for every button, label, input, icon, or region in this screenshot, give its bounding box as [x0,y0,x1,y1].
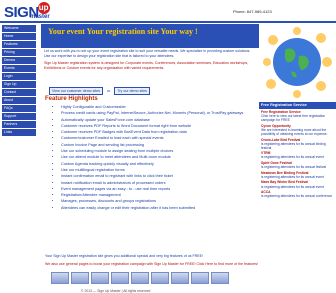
sidebar-item-home[interactable]: Home [2,33,36,40]
sidebar-item-events[interactable]: Events [2,65,36,72]
sidebar-item-about[interactable]: About [2,97,36,104]
events-list: Free Registration Service Click here to v… [259,110,336,200]
sidebar-item-contact[interactable]: Contact [2,89,36,96]
thumbnail-image[interactable] [91,272,109,284]
thumbnail-image[interactable] [211,272,229,284]
thumbnail-image[interactable] [151,272,169,284]
logo[interactable]: SIGN up master [4,2,50,20]
thumbnail-image[interactable] [51,272,69,284]
sidebar-item-links[interactable]: Links [2,129,36,136]
intro-paragraph-1: Let us work with you to set up your even… [44,49,251,58]
registration-service-title[interactable]: Free Registration Service [259,102,336,109]
event-item[interactable]: Free Registration Service Click here to v… [259,110,336,122]
event-description: is registering attendees for its annual … [261,165,327,170]
copyright-text: © 2013 — Sign Up Master | All rights res… [81,289,151,293]
thumbnail-image[interactable] [171,272,189,284]
thumbnail-image[interactable] [191,272,209,284]
intro-paragraph-2: Sign Up Master registration system is de… [44,61,249,70]
feature-item: Attendees can easily change or edit thei… [61,205,259,211]
free-campaign-text[interactable]: We also use general pages to boost your … [45,262,258,266]
sidebar-item-support[interactable]: Support [2,113,36,120]
thumbnail-image[interactable] [131,272,149,284]
free-features-text: Your Sign Up Master registration site gi… [45,254,204,258]
event-item[interactable]: Maes Bay Winter Bird Festival is register… [259,180,336,188]
thumbnail-image[interactable] [111,272,129,284]
sidebar-item-demos[interactable]: Demos [2,57,36,64]
event-item[interactable]: ACCA is registering attendees for its ann… [259,190,336,198]
thumbnail-image[interactable] [71,272,89,284]
banner-slogan: Your event Your registration site Your w… [48,27,198,36]
customer-demo-button[interactable]: View our customer demo sites [49,87,104,95]
hero-banner: Your event Your registration site Your w… [41,24,259,48]
try-demo-button[interactable]: Try our demo sites [114,87,150,95]
intro-text: Let us work with you to set up your even… [41,49,259,73]
header: SIGN up master Phone: 847-989-4123 [0,0,336,24]
feature-item: Process credit cards using PayPal, Inter… [61,110,259,116]
event-item[interactable]: Meadows Bee Birding Festival is registeri… [259,171,336,179]
header-divider [0,21,336,23]
right-column: Free Registration Service Free Registrat… [259,24,336,280]
event-description: is registering attendees for its annual … [261,194,333,199]
logo-up-badge: up [37,2,50,14]
cta-or-text: or [107,89,111,93]
features-list: Highly Configurable and Customizable Pro… [41,104,259,211]
demo-links: View our customer demo sites or Try our … [49,87,150,95]
main-content: Your event Your registration site Your w… [41,24,259,293]
sidebar-item-sign-up[interactable]: Sign Up [2,81,36,88]
event-description: is registering attendees for its annual … [261,184,324,189]
event-description: We are interested in learning more about… [261,127,328,136]
event-item[interactable]: Orono-Lake Bird Festival is registering a… [259,138,336,150]
sidebar-item-login[interactable]: Login [2,73,36,80]
sidebar-item-welcome[interactable]: Welcome [2,25,36,32]
globe-illustration [261,26,333,98]
sidebar-item-partners[interactable]: Partners [2,121,36,128]
event-item[interactable]: VTRM is registering attendees for its ann… [259,151,336,159]
logo-master-text: master [30,14,50,20]
event-description: Click here to view our latest free regis… [261,114,326,123]
screenshot-thumbnails [51,272,229,284]
features-heading: Feature Highlights [45,96,98,102]
globe-icon [263,27,332,98]
sidebar-item-pricing[interactable]: Pricing [2,49,36,56]
sidebar-item-faqs[interactable]: FAQs [2,105,36,112]
phone-number: Phone: 847-989-4123 [233,9,272,14]
sidebar-item-features[interactable]: Features [2,41,36,48]
sidebar-nav: Welcome Home Features Pricing Demos Even… [0,24,38,280]
event-description: is registering attendees for its annual … [261,141,326,150]
event-description: is registering attendees for its annual … [261,174,324,179]
event-item[interactable]: Cycon Opportunity We are interested in le… [259,124,336,136]
event-description: is registering attendees for its annual … [261,155,324,160]
event-item[interactable]: Spirit Gone Festival is registering atten… [259,161,336,169]
